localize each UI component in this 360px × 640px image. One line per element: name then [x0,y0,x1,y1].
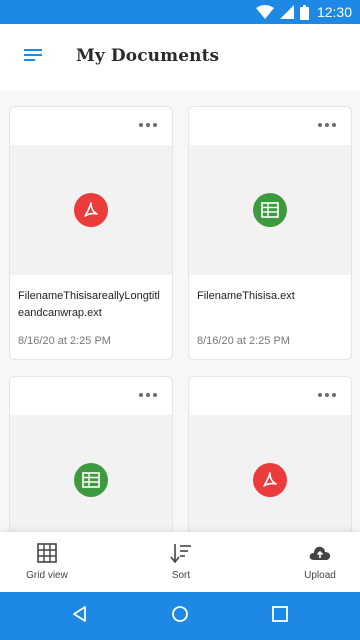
card-header [10,107,172,145]
sort-label: Sort [171,570,191,581]
file-preview [10,415,172,532]
card-info: FilenameThisisareallyLongtitleandcanwrap… [10,275,172,322]
battery-icon [299,4,309,20]
file-name: FilenameThisisa.ext [197,290,295,302]
more-options-button[interactable] [313,387,341,403]
more-dot [332,393,336,397]
file-preview [189,415,351,532]
recents-button[interactable] [268,604,292,628]
status-time: 12:30 [316,4,352,20]
documents-grid: FilenameThisisareallyLongtitleandcanwrap… [0,90,360,532]
more-options-button[interactable] [313,117,341,133]
document-card[interactable]: FilenameThisisareallyLongtitleandcanwrap… [9,106,173,360]
grid-view-button[interactable]: Grid view [18,532,76,592]
card-header [189,377,351,415]
back-button[interactable] [68,604,92,628]
document-card[interactable]: FilenameThisisa.ext 8/16/20 at 2:25 PM [188,106,352,360]
grid-view-label: Grid view [26,570,68,581]
more-dot [153,393,157,397]
spreadsheet-icon [253,193,287,227]
upload-button[interactable]: Upload [296,532,344,592]
sort-icon [170,542,192,564]
back-icon [71,605,89,628]
upload-label: Upload [304,570,336,581]
app-bar: My Documents [0,24,360,90]
cell-signal-icon [279,5,294,19]
more-dot [332,123,336,127]
file-date: 8/16/20 at 2:25 PM [197,335,290,347]
file-preview [10,145,172,275]
more-dot [318,393,322,397]
status-icons: 12:30 [255,0,352,24]
card-header [189,107,351,145]
recents-icon [271,605,289,628]
more-dot [139,123,143,127]
card-header [10,377,172,415]
status-bar: 12:30 [0,0,360,24]
file-preview [189,145,351,275]
pdf-icon [74,193,108,227]
more-dot [146,123,150,127]
hamburger-menu-icon [22,47,44,68]
page-title: My Documents [76,46,220,66]
home-button[interactable] [168,604,192,628]
more-dot [318,123,322,127]
grid-icon [37,542,57,564]
more-options-button[interactable] [134,387,162,403]
more-dot [325,123,329,127]
cloud-upload-icon [308,542,332,564]
sort-button[interactable]: Sort [156,532,206,592]
more-dot [153,123,157,127]
more-dot [325,393,329,397]
more-dot [139,393,143,397]
file-name: FilenameThisisareallyLongtitleandcanwrap… [18,290,160,319]
document-card[interactable] [188,376,352,532]
home-icon [171,605,189,628]
system-nav-bar [0,592,360,640]
pdf-icon [253,463,287,497]
bottom-toolbar: Grid view Sort Upload [0,532,360,592]
document-card[interactable] [9,376,173,532]
more-dot [146,393,150,397]
card-info: FilenameThisisa.ext [189,275,351,305]
file-date: 8/16/20 at 2:25 PM [18,335,111,347]
wifi-icon [255,5,274,19]
menu-button[interactable] [18,42,48,72]
spreadsheet-icon [74,463,108,497]
more-options-button[interactable] [134,117,162,133]
